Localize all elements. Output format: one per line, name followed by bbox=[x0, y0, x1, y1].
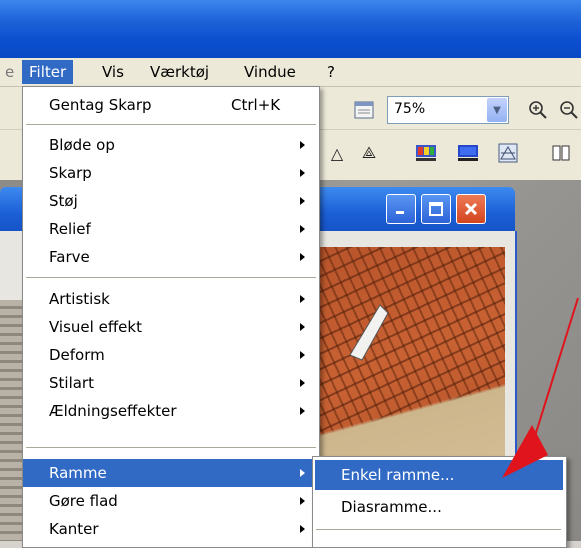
menu-item-relief[interactable]: Relief bbox=[23, 215, 319, 243]
menu-item-label: Kanter bbox=[49, 520, 99, 538]
menu-item-label: Ramme bbox=[49, 464, 107, 482]
submenu-arrow-icon bbox=[300, 469, 305, 477]
menu-item-label: Artistisk bbox=[49, 290, 110, 308]
app-title-bar bbox=[0, 0, 581, 58]
menu-item-noise[interactable]: Støj bbox=[23, 187, 319, 215]
menu-item-slide-frame[interactable]: Diasramme... bbox=[315, 492, 563, 522]
menu-item-edit-partial[interactable]: e bbox=[2, 60, 17, 84]
menu-separator bbox=[26, 447, 316, 448]
menu-help[interactable]: ? bbox=[320, 60, 342, 84]
close-icon[interactable] bbox=[456, 194, 486, 224]
menu-item-label: Stilart bbox=[49, 374, 94, 392]
submenu-arrow-icon bbox=[300, 295, 305, 303]
menu-item-label: Visuel effekt bbox=[49, 318, 142, 336]
menu-item-label: Gøre flad bbox=[49, 492, 118, 510]
menu-bar: e Filter Vis Værktøj Vindue ? bbox=[0, 58, 581, 87]
double-triangle-tool-icon[interactable]: ⟁ bbox=[358, 140, 380, 166]
menu-item-label: Gentag Skarp bbox=[49, 96, 152, 114]
menu-item-label: Støj bbox=[49, 192, 78, 210]
shortcut-label: Ctrl+K bbox=[231, 96, 281, 114]
submenu-arrow-icon bbox=[300, 323, 305, 331]
chevron-down-icon[interactable]: ▼ bbox=[487, 98, 507, 122]
menu-item-edges[interactable]: Kanter bbox=[23, 515, 319, 543]
roof-window-image bbox=[349, 304, 389, 361]
submenu-arrow-icon bbox=[300, 497, 305, 505]
menu-filter[interactable]: Filter bbox=[22, 60, 74, 84]
menu-item-visual-effect[interactable]: Visuel effekt bbox=[23, 313, 319, 341]
filter-menu-dropdown: Gentag Skarp Ctrl+K Bløde op Skarp Støj … bbox=[22, 86, 320, 548]
minimize-icon[interactable] bbox=[386, 194, 416, 224]
calendar-icon[interactable] bbox=[350, 96, 378, 124]
triangle-tool-icon[interactable]: △ bbox=[326, 140, 348, 166]
menu-vaerktoej[interactable]: Værktøj bbox=[143, 60, 216, 84]
submenu-arrow-icon bbox=[300, 141, 305, 149]
menu-separator bbox=[316, 529, 561, 530]
menu-item-simple-frame[interactable]: Enkel ramme... bbox=[315, 460, 563, 490]
menu-item-flatten[interactable]: Gøre flad bbox=[23, 487, 319, 515]
page-flip-icon[interactable] bbox=[548, 140, 574, 166]
menu-item-label: Deform bbox=[49, 346, 105, 364]
frame-submenu: Enkel ramme... Diasramme... bbox=[312, 456, 567, 548]
color-bars-icon[interactable] bbox=[413, 140, 439, 166]
submenu-arrow-icon bbox=[300, 225, 305, 233]
menu-item-label: Bløde op bbox=[49, 136, 115, 154]
menu-vindue[interactable]: Vindue bbox=[237, 60, 303, 84]
menu-item-frame[interactable]: Ramme bbox=[23, 459, 319, 487]
menu-item-sharpen[interactable]: Skarp bbox=[23, 159, 319, 187]
zoom-out-icon[interactable] bbox=[558, 96, 581, 124]
menu-item-deform[interactable]: Deform bbox=[23, 341, 319, 369]
menu-item-label: Ældningseffekter bbox=[49, 402, 177, 420]
zoom-value: 75% bbox=[394, 101, 426, 117]
menu-item-blur[interactable]: Bløde op bbox=[23, 131, 319, 159]
menu-item-artistic[interactable]: Artistisk bbox=[23, 285, 319, 313]
zoom-in-icon[interactable] bbox=[524, 96, 552, 124]
menu-item-label: Skarp bbox=[49, 164, 92, 182]
menu-item-aging-effects[interactable]: Ældningseffekter bbox=[23, 397, 319, 425]
submenu-arrow-icon bbox=[300, 253, 305, 261]
menu-item-label: Relief bbox=[49, 220, 91, 238]
texture-icon[interactable] bbox=[495, 140, 521, 166]
building-photo-edge bbox=[0, 300, 22, 541]
zoom-select[interactable]: 75% ▼ bbox=[387, 96, 509, 124]
submenu-arrow-icon bbox=[300, 525, 305, 533]
menu-vis[interactable]: Vis bbox=[95, 60, 131, 84]
submenu-arrow-icon bbox=[300, 169, 305, 177]
submenu-arrow-icon bbox=[300, 407, 305, 415]
maximize-icon[interactable] bbox=[421, 194, 451, 224]
menu-item-repeat[interactable]: Gentag Skarp Ctrl+K bbox=[23, 91, 319, 119]
submenu-arrow-icon bbox=[300, 351, 305, 359]
menu-separator bbox=[26, 124, 316, 125]
monitor-icon[interactable] bbox=[455, 140, 481, 166]
menu-item-label: Farve bbox=[49, 248, 90, 266]
submenu-arrow-icon bbox=[300, 197, 305, 205]
menu-item-style[interactable]: Stilart bbox=[23, 369, 319, 397]
menu-separator bbox=[26, 277, 316, 278]
menu-item-color[interactable]: Farve bbox=[23, 243, 319, 271]
submenu-arrow-icon bbox=[300, 379, 305, 387]
